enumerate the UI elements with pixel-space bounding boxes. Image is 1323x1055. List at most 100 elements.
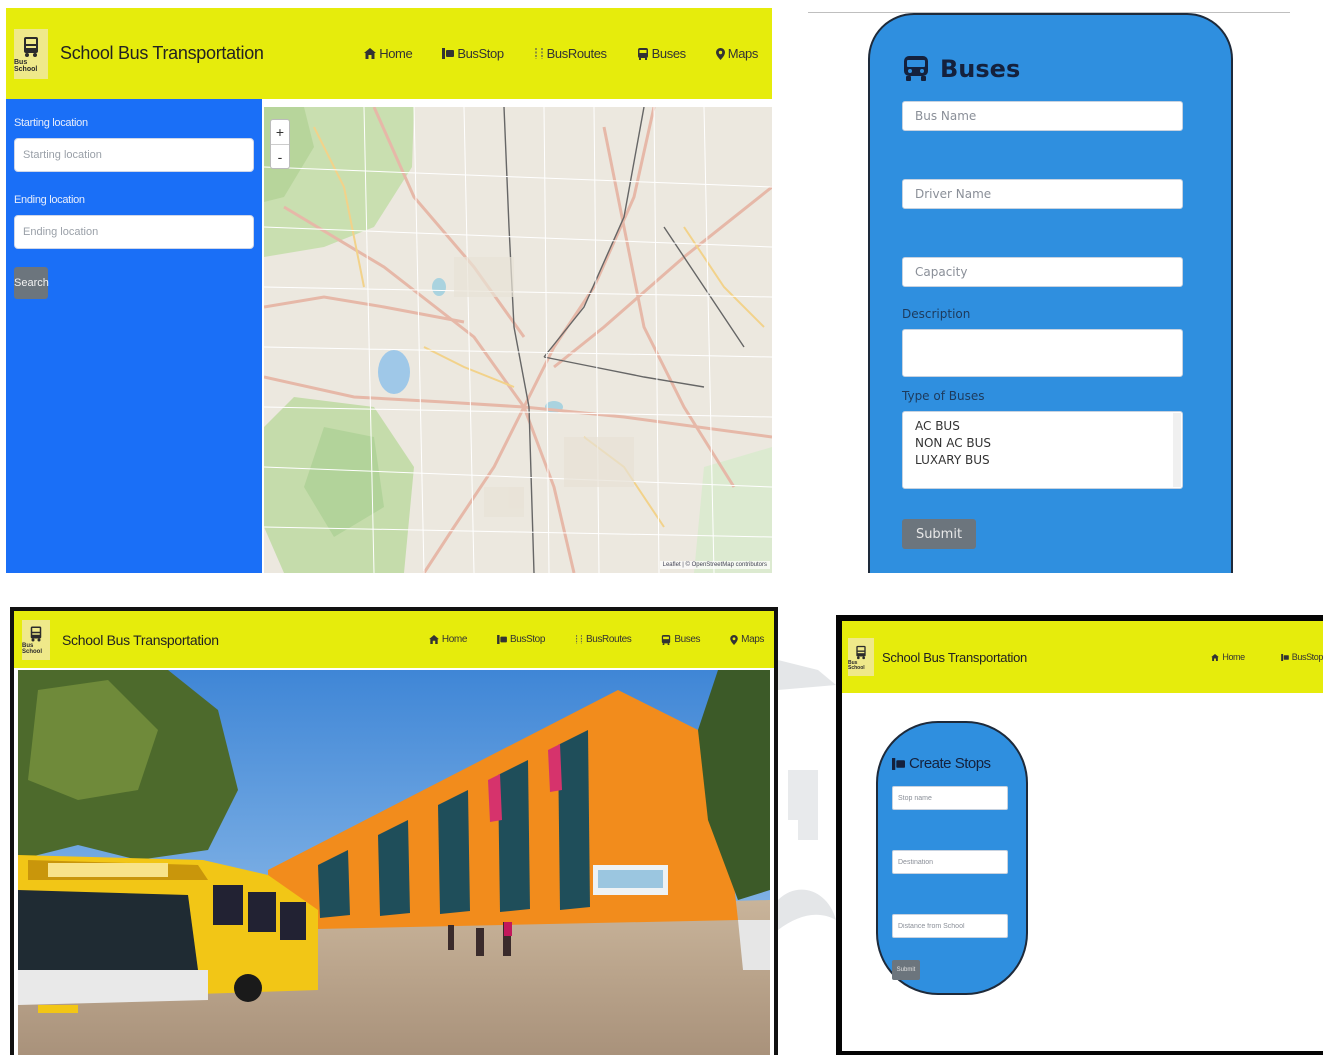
distance-input[interactable] (892, 914, 1008, 938)
bus-icon (662, 634, 671, 645)
search-button[interactable]: Search (14, 267, 49, 299)
map-view[interactable]: + - Leaflet | © OpenStreetMap contributo… (264, 107, 772, 573)
home-icon (1211, 653, 1220, 661)
zoom-control: + - (270, 119, 290, 169)
school-bus-icon (24, 36, 38, 57)
route-search-sidebar: Starting location Ending location Search (6, 99, 262, 573)
nav-buses-label: Buses (674, 634, 701, 645)
map-marker-icon (730, 634, 738, 645)
logo-text: Bus School (22, 642, 43, 655)
bus-type-option[interactable]: LUXARY BUS (915, 452, 1170, 469)
nav-buses[interactable]: Buses (637, 46, 686, 61)
nav-maps-label: Maps (727, 46, 759, 61)
capacity-input[interactable] (902, 257, 1183, 287)
nav-links: Home BusStop (1175, 652, 1323, 662)
home-icon (429, 635, 439, 644)
driver-name-input[interactable] (902, 179, 1183, 209)
create-stops-title-text: Create Stops (909, 755, 991, 772)
brand[interactable]: Bus School School Bus Transportation (848, 638, 1027, 676)
busstop-icon (892, 757, 905, 770)
logo: Bus School (14, 28, 48, 79)
logo-text: Bus School (14, 58, 38, 73)
zoom-in-button[interactable]: + (271, 120, 289, 144)
nav-busroutes[interactable]: BusRoutes (534, 46, 607, 61)
bus-icon (637, 47, 648, 60)
bus-name-input[interactable] (902, 101, 1183, 131)
bus-type-label: Type of Buses (902, 389, 985, 403)
map-attribution[interactable]: Leaflet | © OpenStreetMap contributors (659, 561, 770, 569)
nav-busstop[interactable]: BusStop (1280, 652, 1323, 662)
home-icon (364, 48, 377, 59)
hero-image (18, 670, 770, 1055)
busstop-icon (1280, 653, 1289, 661)
buses-form-title: Buses (902, 55, 1199, 83)
nav-home[interactable]: Home (429, 634, 467, 645)
home-page: Bus School School Bus Transportation Hom… (10, 607, 778, 1055)
navbar: Bus School School Bus Transportation Hom… (842, 621, 1323, 693)
map-marker-icon (715, 47, 725, 60)
end-location-label: Ending location (14, 194, 85, 206)
stop-name-input[interactable] (892, 786, 1008, 810)
create-stops-title: Create Stops (892, 755, 1012, 772)
nav-home[interactable]: Home (364, 46, 413, 61)
brand-title: School Bus Transportation (882, 649, 1027, 665)
buses-form-card: Buses Description Type of Buses AC BUS N… (868, 13, 1233, 573)
brand-title: School Bus Transportation (60, 43, 264, 63)
navbar: Bus School School Bus Transportation Hom… (14, 611, 774, 668)
buses-title-text: Buses (940, 55, 1021, 83)
stop-submit-button[interactable]: Submit (892, 960, 920, 980)
nav-home-label: Home (379, 46, 413, 61)
create-stops-card: Create Stops Submit (876, 721, 1028, 995)
nav-home-label: Home (441, 634, 467, 645)
nav-buses-label: Buses (651, 46, 687, 61)
bus-type-option[interactable]: AC BUS (915, 418, 1170, 435)
brand[interactable]: Bus School School Bus Transportation (14, 28, 264, 79)
logo-text: Bus School (848, 659, 865, 671)
brand-title: School Bus Transportation (62, 631, 219, 648)
buses-form-page: Buses Description Type of Buses AC BUS N… (808, 12, 1290, 573)
nav-busroutes-label: BusRoutes (586, 634, 632, 645)
nav-busstop-label: BusStop (457, 46, 504, 61)
nav-busstop[interactable]: BusStop (497, 634, 545, 645)
nav-links: Home BusStop BusRoutes Buses Maps (334, 46, 772, 61)
route-search-page: Bus School School Bus Transportation Hom… (6, 8, 772, 573)
destination-input[interactable] (892, 850, 1008, 874)
school-building-photo (18, 670, 770, 1055)
route-icon (576, 635, 582, 644)
brand[interactable]: Bus School School Bus Transportation (22, 619, 219, 660)
nav-maps-label: Maps (741, 634, 764, 645)
end-location-input[interactable] (14, 215, 254, 249)
start-location-label: Starting location (14, 117, 88, 129)
nav-busroutes[interactable]: BusRoutes (575, 634, 632, 645)
zoom-out-button[interactable]: - (271, 144, 289, 168)
bus-submit-button[interactable]: Submit (902, 519, 976, 549)
nav-maps[interactable]: Maps (715, 46, 759, 61)
nav-busstop[interactable]: BusStop (442, 46, 504, 61)
nav-home-label: Home (1222, 652, 1245, 662)
nav-links: Home BusStop BusRoutes Buses Maps (399, 634, 774, 645)
school-bus-icon (30, 626, 42, 641)
bus-type-option[interactable]: NON AC BUS (915, 435, 1170, 452)
busstop-icon (442, 48, 455, 59)
start-location-input[interactable] (14, 138, 254, 172)
create-stops-page: Bus School School Bus Transportation Hom… (836, 615, 1323, 1055)
nav-busstop-label: BusStop (1291, 652, 1323, 662)
nav-busroutes-label: BusRoutes (546, 46, 607, 61)
school-bus-icon (856, 645, 866, 659)
logo: Bus School (848, 638, 874, 676)
description-textarea[interactable] (902, 329, 1183, 377)
map-tiles (264, 107, 772, 573)
nav-maps[interactable]: Maps (730, 634, 764, 645)
logo: Bus School (22, 619, 50, 660)
nav-busstop-label: BusStop (510, 634, 546, 645)
busstop-icon (497, 635, 507, 644)
bus-type-select[interactable]: AC BUS NON AC BUS LUXARY BUS (902, 411, 1183, 489)
nav-home[interactable]: Home (1211, 652, 1245, 662)
bus-icon (904, 56, 928, 81)
nav-buses[interactable]: Buses (661, 634, 701, 645)
description-label: Description (902, 307, 971, 321)
route-icon (535, 48, 543, 59)
watermark (778, 660, 836, 930)
bus-type-scrollbar[interactable] (1173, 413, 1181, 487)
navbar: Bus School School Bus Transportation Hom… (6, 8, 772, 99)
